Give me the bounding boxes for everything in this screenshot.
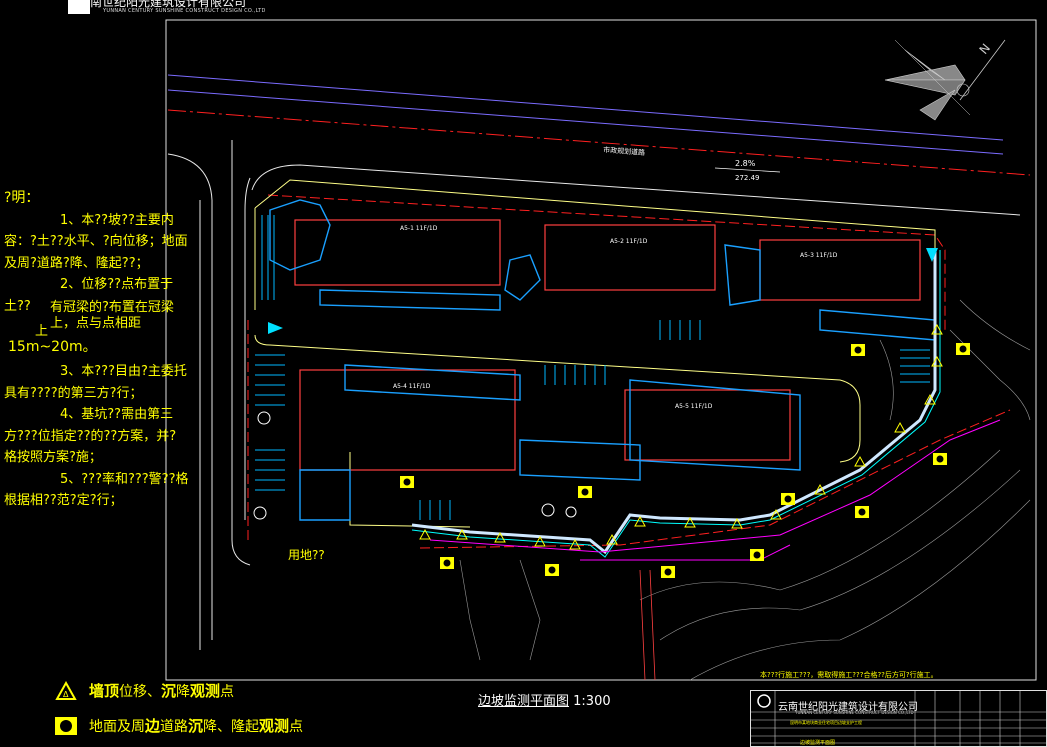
legend-2-bold-c: 观测 [259,717,290,735]
legend-1-bold-b: 沉 [161,682,177,700]
legend-2-text-c: 降、隆起 [203,718,260,735]
legend-2-text-b: 道路 [160,718,189,735]
legend-2-text-a: 地面及周 [89,718,145,735]
road-top [167,74,1004,155]
note-item-4: 4、基坑??需由第三方???位指定??的??方案，并?格按照方案?施； [4,407,177,465]
parking-stalls [255,215,930,520]
svg-text:Δ: Δ [63,690,69,699]
ground-marker-dot-2 [581,488,589,496]
yard-boundary-label: 用地?? [288,548,325,562]
north-label: N [977,41,993,57]
ground-marker-dot-5 [936,455,944,463]
square-circle-marker-icon [55,716,77,735]
building-label-2: A5-2 11F/1D [610,238,648,245]
title-block-sheet: 边坡监测平面图 [800,740,836,746]
drawing-title-text: 边坡监测平面图 [478,694,570,709]
building-label-5: A5-5 11F/1D [675,403,713,410]
slope-ticks [639,569,656,681]
ground-marker-dot-6 [784,495,792,503]
legend-2-bold-a: 边 [145,717,161,735]
ground-marker-dot-11 [443,559,451,567]
drawing-title: 边坡监测平面图 1:300 [478,690,611,709]
building-cores [269,199,936,521]
note-item-5: 5、???率和???警??格根据相??范?定?行； [4,471,189,509]
ground-marker-dot-1 [403,478,411,486]
building-a5-1 [294,219,501,286]
ground-marker-dot-10 [548,566,556,574]
building-label-4: A5-4 11F/1D [393,383,431,390]
wall-marker-13 [894,421,906,433]
note-overlap-3: 15m~20m。 [8,339,97,355]
legend-wall-top: Δ 墙顶 位移、沉降观测点 [55,680,234,701]
legend-1-bold-c: 观测 [190,682,221,700]
legend-1-text-a: 位移、 [119,683,162,700]
drawing-scale: 1:300 [573,694,611,709]
ground-marker-dot-3 [854,346,862,354]
title-block-project: 昆明市某地块商业住宅项目边坡支护工程 [790,720,862,725]
legend-2-bold-b: 沉 [188,717,204,735]
legend-1-text-c: 点 [220,683,235,700]
building-label-3: A5-3 11F/1D [800,252,838,259]
ground-marker-dot-8 [753,551,761,559]
legend-1-text-b: 降 [176,683,191,700]
road-slope-arrow [714,167,781,173]
building-label-1: A5-1 11F/1D [400,225,438,232]
property-boundary [247,194,1011,549]
title-block-company-en: YUNNAN CENTURY SUNSHINE CONSTRUCT DESIGN… [795,710,914,715]
ground-marker-dot-9 [664,568,672,576]
road-slope: 2.8% [735,159,756,168]
site-outline [254,179,936,528]
note-item-3: 3、本???目由?主委托具有????的第三方?行； [4,364,187,401]
building-a5-5 [624,389,791,461]
building-a5-2 [544,224,716,291]
note-item-1: 1、本??坡??主要内容：?土??水平、?向位移；地面及周?道路?降、隆起??； [4,212,188,271]
legend-ground: 地面及周边道路沉降、隆起 观测点 [55,715,303,736]
notes-heading: ?明： [4,190,40,206]
legend-1-bold-a: 墙顶 [89,682,120,700]
building-a5-3 [759,239,921,301]
slope-hatching [459,299,1031,681]
ground-marker-dot-4 [959,345,967,353]
entry-arrow-icon [268,322,283,334]
wall-marker-12 [854,455,866,467]
company-name-top-en: YUNNAN CENTURY SUNSHINE CONSTRUCT DESIGN… [103,8,266,14]
construction-warning: 本???行施工???，需取得施工???合格??后方可?行施工。 [760,671,938,679]
road-edges [167,140,1021,650]
road-length: 272.49 [735,174,760,182]
note-overlap-1: 有冠梁的?布置在冠梁上，点与点相距 [50,300,174,331]
accessibility-icons [253,411,577,520]
ground-marker-dot-7 [858,508,866,516]
legend-2-text-d: 点 [289,718,304,735]
triangle-marker-icon: Δ [55,680,77,700]
road-label: 市政规划道路 [603,145,646,157]
